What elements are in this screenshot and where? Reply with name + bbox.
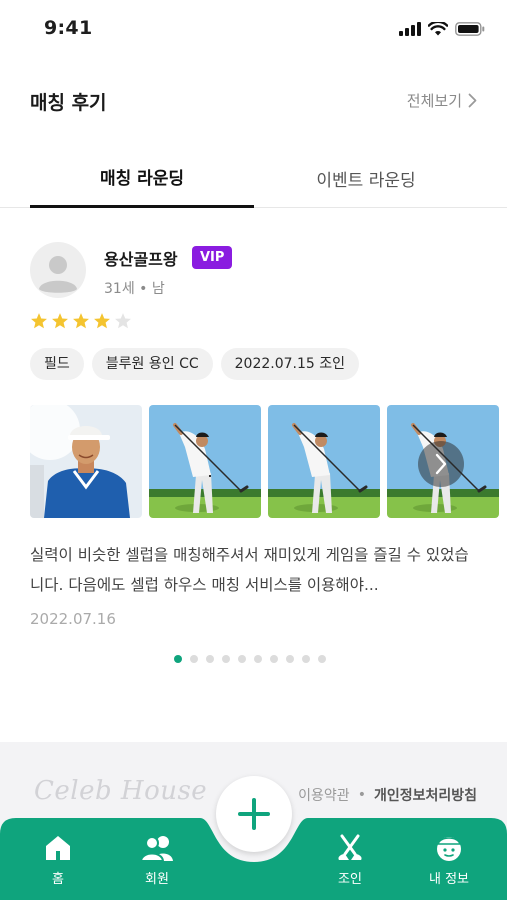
review-tabs: 매칭 라운딩 이벤트 라운딩 — [0, 148, 507, 208]
review-chips: 필드 블루원 용인 CC 2022.07.15 조인 — [30, 348, 359, 380]
tab-home-label: 홈 — [52, 872, 64, 887]
chip-course: 블루원 용인 CC — [91, 348, 213, 380]
pagination-dot[interactable] — [318, 655, 326, 663]
status-icons — [399, 22, 485, 36]
star-empty-icon — [115, 313, 131, 329]
golf-clubs-icon — [338, 834, 362, 860]
footer-separator: • — [357, 787, 366, 803]
chip-join-date: 2022.07.15 조인 — [220, 348, 359, 380]
footer-logo: Celeb House — [34, 776, 208, 806]
terms-link[interactable]: 이용약관 — [298, 785, 350, 805]
tab-members-label: 회원 — [145, 872, 169, 887]
photo-gallery[interactable] — [30, 405, 507, 518]
pagination-dot[interactable] — [270, 655, 278, 663]
view-all-label: 전체보기 — [406, 92, 462, 110]
review-photo-swing-1[interactable] — [149, 405, 261, 518]
tab-members[interactable]: 회원 — [122, 834, 192, 887]
pagination-dots — [174, 655, 326, 663]
pagination-dot[interactable] — [174, 655, 182, 663]
chevron-right-icon — [468, 93, 477, 108]
tab-matching-rounding[interactable]: 매칭 라운딩 — [30, 148, 254, 208]
star-rating — [30, 312, 132, 330]
tab-my-info-label: 내 정보 — [428, 872, 469, 887]
gallery-next-button[interactable] — [418, 441, 464, 487]
tab-my-info[interactable]: 내 정보 — [414, 834, 484, 887]
pagination-dot[interactable] — [206, 655, 214, 663]
tab-home[interactable]: 홈 — [23, 834, 93, 887]
pagination-dot[interactable] — [222, 655, 230, 663]
plus-icon — [238, 798, 270, 830]
section-title: 매칭 후기 — [30, 92, 107, 114]
user-name: 용산골프왕 — [104, 250, 178, 269]
tab-event-rounding[interactable]: 이벤트 라운딩 — [254, 148, 478, 208]
star-filled-icon — [52, 313, 68, 329]
home-icon — [46, 836, 70, 860]
signal-icon — [399, 22, 421, 36]
footer-links: 이용약관 • 개인정보처리방침 — [298, 785, 477, 805]
review-text: 실력이 비슷한 셀럽을 매칭해주셔서 재미있게 게임을 즐길 수 있었습니다. … — [30, 546, 469, 594]
chip-round-type: 필드 — [30, 348, 84, 380]
avatar — [30, 242, 86, 298]
privacy-policy-link[interactable]: 개인정보처리방침 — [374, 785, 477, 805]
star-filled-icon — [73, 313, 89, 329]
star-filled-icon — [31, 313, 47, 329]
tab-join[interactable]: 조인 — [315, 834, 385, 887]
star-filled-icon — [94, 313, 110, 329]
profile-icon — [436, 837, 462, 861]
status-time: 9:41 — [44, 17, 93, 39]
members-icon — [140, 836, 173, 862]
pagination-dot[interactable] — [254, 655, 262, 663]
pagination-dot[interactable] — [238, 655, 246, 663]
pagination-dot[interactable] — [190, 655, 198, 663]
chevron-right-icon — [435, 453, 447, 475]
create-fab-button[interactable] — [216, 776, 292, 852]
tab-join-label: 조인 — [338, 872, 362, 887]
wifi-icon — [428, 22, 448, 36]
user-meta: 31세 • 남 — [104, 281, 165, 297]
battery-icon — [455, 22, 485, 36]
default-avatar-icon — [39, 256, 77, 293]
vip-badge: VIP — [192, 246, 233, 269]
view-all-link[interactable]: 전체보기 — [407, 90, 477, 111]
pagination-dot[interactable] — [302, 655, 310, 663]
review-photo-portrait[interactable] — [30, 405, 142, 518]
review-photo-swing-2[interactable] — [268, 405, 380, 518]
status-bar: 9:41 — [0, 0, 507, 60]
pagination-dot[interactable] — [286, 655, 294, 663]
review-date: 2022.07.16 — [30, 610, 116, 628]
section-header: 매칭 후기 전체보기 — [30, 86, 477, 116]
